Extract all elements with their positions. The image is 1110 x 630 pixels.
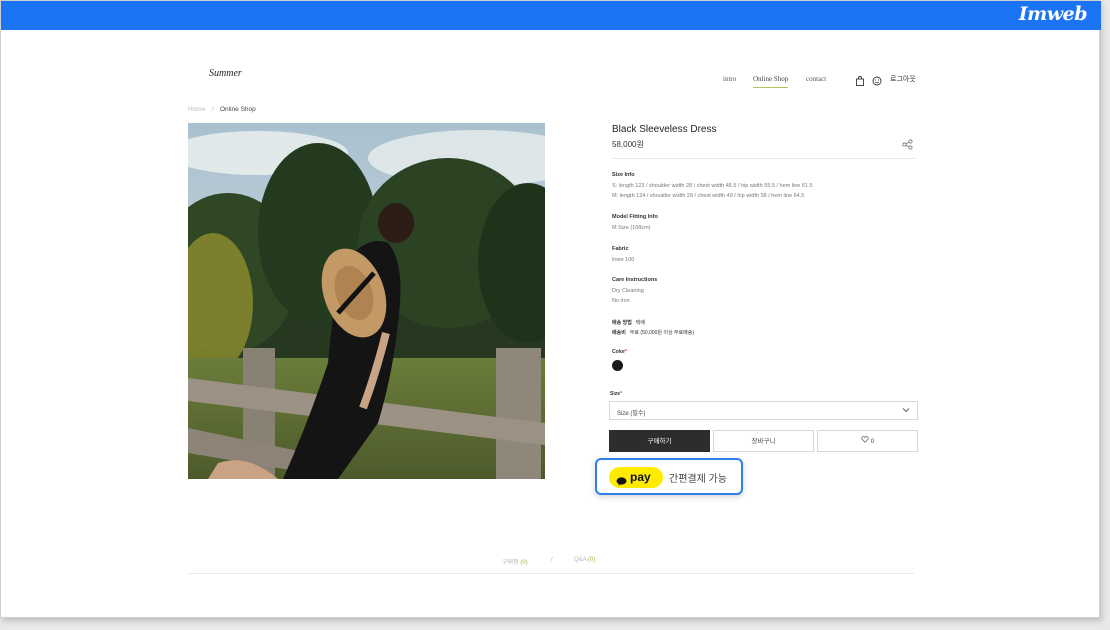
tabs-divider [188,573,914,574]
imweb-logo[interactable]: Imweb [1019,3,1088,25]
site-logo[interactable]: Summer [209,68,242,79]
model-fitting-heading: Model Fitting Info [612,214,658,220]
size-select-value: Size (필수) [617,411,646,417]
kakaopay-text: 간편결제 가능 [669,474,727,485]
kakaopay-logo: pay [609,467,663,488]
shipping-method: 배송 방법 택배 [612,319,645,326]
tab-qna-label: Q&A [574,557,587,563]
kakaopay-logo-text: pay [630,470,651,484]
shipping-fee: 배송비 무료 (50,000원 이상 무료배송) [612,329,694,336]
shipping-method-value: 택배 [635,320,645,326]
nav-intro[interactable]: intro [723,75,736,83]
smile-icon[interactable] [872,73,882,86]
size-info-line-s: S: length 123 / shoulder width 28 / ches… [612,183,813,189]
product-title: Black Sleeveless Dress [612,124,717,135]
required-mark: * [625,349,628,355]
care-line-iron: No iron [612,298,630,304]
size-info-line-m: M: length 124 / shoulder width 29 / ches… [612,193,805,199]
color-label: Color* [612,349,627,355]
product-price: 58,000원 [612,140,644,149]
breadcrumb-separator: / [212,106,214,113]
tab-reviews-count: (0) [520,560,528,566]
shopping-bag-icon[interactable] [855,73,865,86]
chevron-down-icon [902,407,910,413]
model-fitting-line: M Size (168cm) [612,225,651,231]
shipping-method-label: 배송 방법 [612,320,632,326]
kakaopay-badge[interactable]: pay 간편결제 가능 [595,458,743,495]
product-image[interactable] [188,123,545,479]
breadcrumb-home[interactable]: Home [188,106,205,113]
shipping-fee-value: 무료 (50,000원 이상 무료배송) [629,330,695,336]
browser-frame: Imweb Summer intro Online Shop contact 로… [0,0,1101,618]
tab-qna[interactable]: Q&A (0) [574,557,595,563]
size-label: Size* [610,391,622,397]
color-label-text: Color [612,349,626,355]
nav-contact[interactable]: contact [806,75,826,83]
breadcrumb-current: Online Shop [220,106,256,113]
size-select[interactable]: Size (필수) [609,401,918,420]
wishlist-button[interactable]: 0 [817,430,918,452]
add-to-cart-button[interactable]: 장바구니 [713,430,814,452]
divider [612,158,916,159]
care-heading: Care Instructions [612,277,658,283]
share-icon[interactable] [902,137,913,150]
color-swatch-black[interactable] [612,360,623,371]
fabric-heading: Fabric [612,246,629,252]
imweb-topbar: Imweb [1,1,1101,30]
heart-icon [861,431,869,452]
tab-reviews[interactable]: 구매평 (0) [502,557,528,566]
buy-button[interactable]: 구매하기 [609,430,710,452]
logout-link[interactable]: 로그아웃 [890,74,916,84]
tab-separator: / [551,557,553,563]
shipping-fee-label: 배송비 [612,330,626,336]
wishlist-count: 0 [870,438,875,446]
care-line-dry: Dry Cleaning [612,288,644,294]
required-mark: * [620,391,622,397]
size-label-text: Size [610,391,621,397]
nav-online-shop[interactable]: Online Shop [753,75,789,88]
size-info-heading: Size Info [612,172,635,178]
fabric-line: linen 100 [612,257,635,263]
speech-bubble-icon [616,473,627,486]
tab-reviews-label: 구매평 [502,560,519,566]
tab-qna-count: (0) [588,557,596,563]
